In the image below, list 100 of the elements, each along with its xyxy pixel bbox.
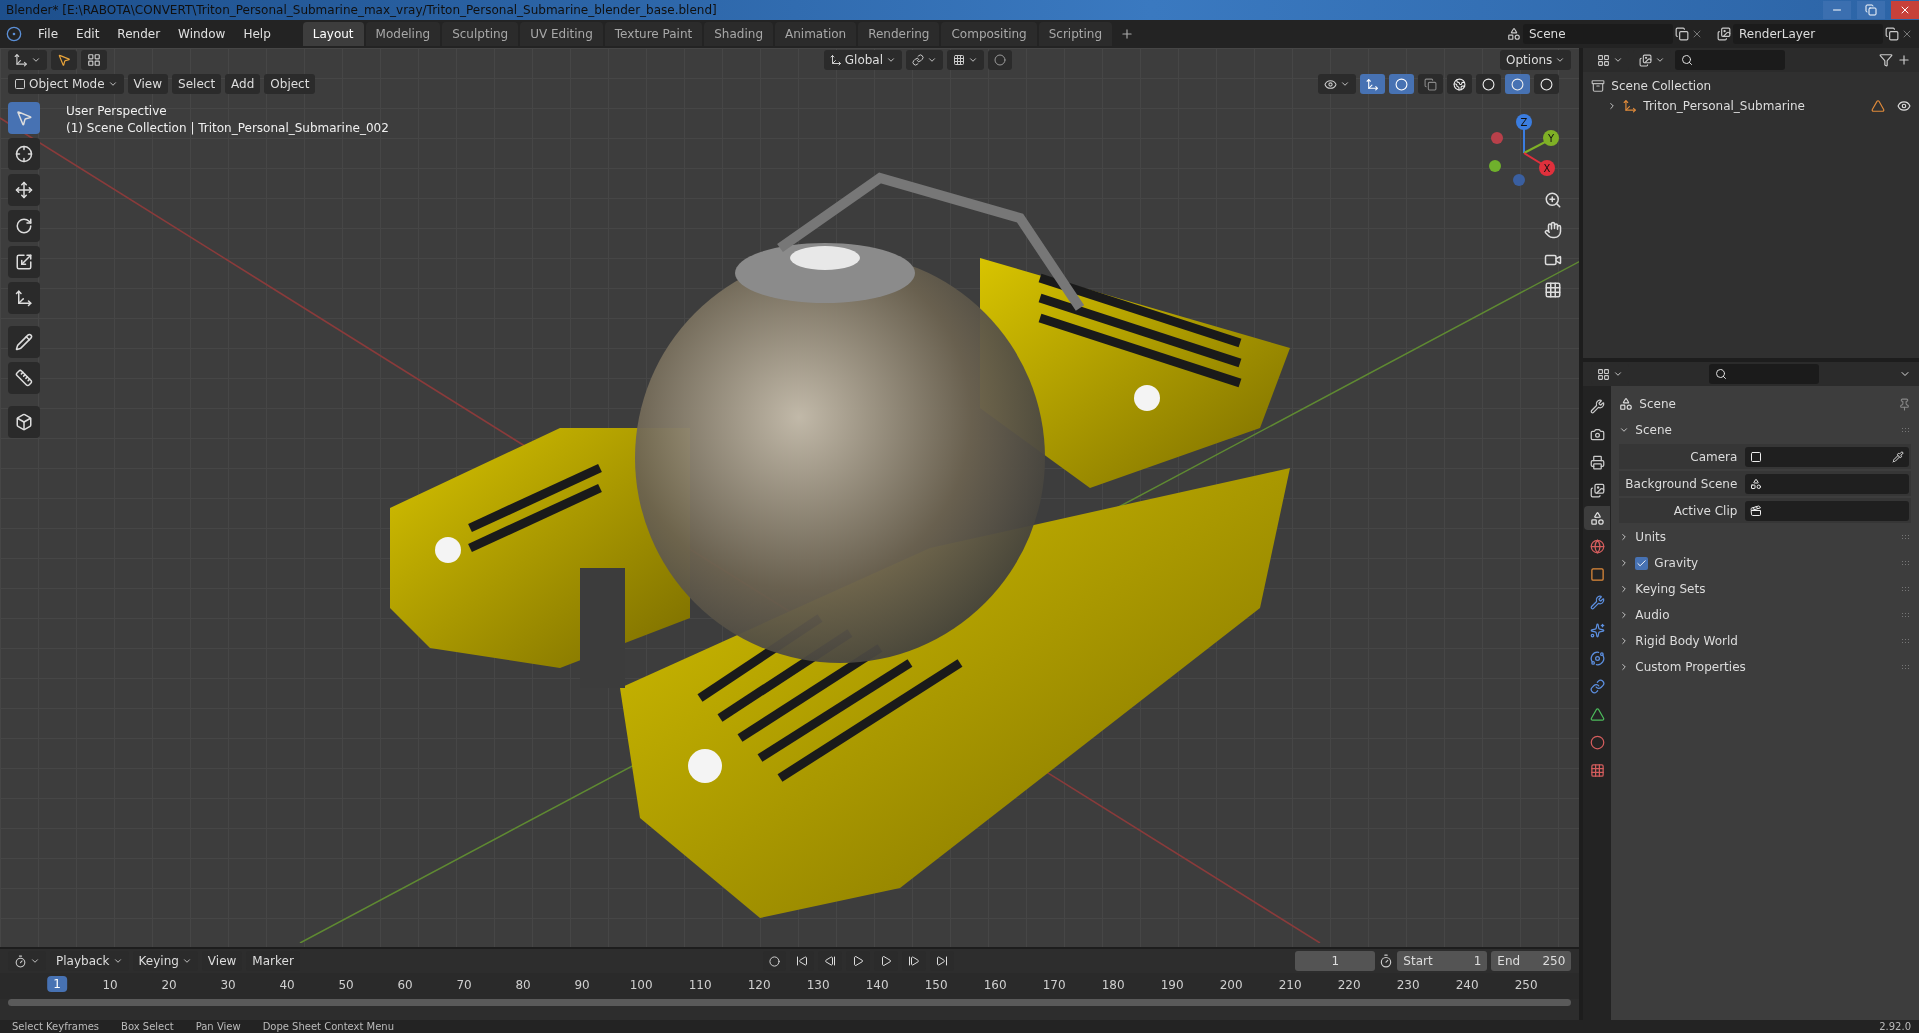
frame-number: 40 — [279, 978, 295, 992]
tool-button[interactable] — [8, 362, 40, 394]
workspace-tab[interactable]: Shading — [704, 22, 773, 46]
workspace-tab[interactable]: Layout — [302, 22, 364, 46]
restore-icon — [1865, 4, 1877, 16]
3d-viewport[interactable]: Global Options Object Mode View Select Add Object User Perspective (1) Scene Collection | Triton_Personal_Submarine_002 Z Y X — [0, 48, 1580, 947]
shading-mode-button[interactable] — [1505, 74, 1531, 94]
shading-mode-button[interactable] — [1447, 74, 1473, 94]
printer-icon — [1589, 454, 1605, 470]
checkbox[interactable] — [1635, 556, 1649, 570]
copy-icon — [1885, 27, 1899, 41]
mode-dropdown[interactable]: Object Mode — [8, 74, 124, 94]
menu-item[interactable]: Render — [109, 24, 169, 44]
shading-mode-button[interactable] — [1476, 74, 1502, 94]
property-field[interactable] — [1745, 500, 1909, 521]
workspace-tab[interactable]: Sculpting — [442, 22, 519, 46]
tool-button[interactable] — [8, 210, 40, 242]
tool-button[interactable] — [8, 138, 40, 170]
workspace-tab[interactable]: Compositing — [941, 22, 1037, 46]
viewport-menu-item[interactable]: Object — [264, 74, 316, 94]
square-icon — [1589, 566, 1605, 582]
scene-icon — [1619, 397, 1634, 411]
visibility-dropdown[interactable] — [1318, 74, 1357, 94]
menu-item[interactable]: Help — [235, 24, 279, 44]
workspace-tab[interactable]: Scripting — [1038, 22, 1113, 46]
view-layer-selector[interactable]: RenderLayer — [1733, 24, 1883, 44]
outliner-item[interactable]: Scene Collection — [1611, 79, 1712, 93]
search-field[interactable] — [1709, 364, 1820, 384]
property-field[interactable] — [1745, 473, 1909, 494]
caret-icon — [1555, 55, 1566, 65]
start-frame-field[interactable]: Start 1 — [1397, 951, 1488, 971]
selection-modes-icon — [87, 53, 101, 67]
xray-toggle[interactable] — [1418, 74, 1444, 94]
tool-button[interactable] — [8, 326, 40, 358]
workspace-tab[interactable]: Modeling — [365, 22, 441, 46]
tool-button[interactable] — [8, 174, 40, 206]
field-label: Active Clip — [1672, 503, 1738, 518]
add-icon — [1120, 27, 1135, 41]
transform-icon — [15, 289, 33, 307]
end-frame-field[interactable]: End 250 — [1491, 951, 1572, 971]
menu-item[interactable]: Window — [170, 24, 234, 44]
scene-selector[interactable]: Scene — [1523, 24, 1673, 44]
filter-icon — [1879, 53, 1893, 67]
timeline-scrollbar[interactable] — [8, 999, 1572, 1006]
search-field[interactable] — [1675, 50, 1786, 70]
search-icon — [1715, 368, 1728, 380]
snap-dropdown[interactable] — [947, 50, 985, 70]
square-icon — [1750, 450, 1763, 463]
axes-icon — [829, 54, 842, 66]
viewport-menu-item[interactable]: View — [127, 74, 169, 94]
status-hint: Pan View — [195, 1020, 241, 1033]
panel-title[interactable]: Custom Properties — [1635, 660, 1746, 674]
menu-item[interactable]: File — [30, 24, 67, 44]
frame-number: 240 — [1455, 978, 1479, 992]
crosshair-icon — [15, 145, 33, 163]
select-box-icon — [15, 109, 33, 127]
current-frame-field[interactable]: 1 — [1295, 951, 1376, 971]
scene-icon — [1750, 477, 1763, 490]
frame-number: 10 — [102, 978, 118, 992]
property-field[interactable] — [1745, 446, 1909, 467]
viewport-menu-item[interactable]: Select — [172, 74, 222, 94]
panel-title[interactable]: Gravity — [1654, 556, 1699, 570]
overlay-toggle[interactable] — [1389, 74, 1415, 94]
editor-type-button[interactable] — [8, 50, 47, 70]
caret-icon — [927, 55, 938, 65]
panel-title[interactable]: Units — [1635, 530, 1667, 544]
close-icon — [1691, 28, 1703, 40]
axis-gizmo[interactable]: Z Y X — [1489, 108, 1560, 188]
workspace-tab[interactable]: Rendering — [858, 22, 940, 46]
workspace-tab[interactable]: UV Editing — [520, 22, 603, 46]
shading-mode-button[interactable] — [1534, 74, 1560, 94]
frame-number: 90 — [574, 978, 590, 992]
menu-item[interactable]: Edit — [68, 24, 108, 44]
properties-tab[interactable] — [1584, 506, 1611, 530]
panel-title[interactable]: Scene — [1635, 423, 1672, 437]
selection-mode-button[interactable] — [81, 50, 107, 70]
outliner-icon — [1597, 53, 1611, 67]
tool-button[interactable] — [8, 406, 40, 438]
tool-button[interactable] — [8, 282, 40, 314]
images-icon — [1639, 53, 1653, 67]
tool-button[interactable] — [8, 246, 40, 278]
panel-title[interactable]: Rigid Body World — [1635, 634, 1738, 648]
proportional-edit-button[interactable] — [988, 50, 1013, 70]
outliner-item[interactable]: Triton_Personal_Submarine — [1643, 99, 1805, 113]
workspace-tab[interactable]: Animation — [775, 22, 857, 46]
frame-number: 120 — [747, 978, 771, 992]
panel-title[interactable]: Audio — [1635, 608, 1670, 622]
panel-title[interactable]: Keying Sets — [1635, 582, 1706, 596]
frame-number: 250 — [1514, 978, 1538, 992]
workspace-tab[interactable]: Texture Paint — [604, 22, 703, 46]
pivot-dropdown[interactable] — [906, 50, 944, 70]
tool-button[interactable] — [51, 50, 77, 70]
maximize-button[interactable] — [1857, 1, 1885, 19]
close-button[interactable] — [1891, 1, 1919, 19]
playhead[interactable]: 1 — [47, 976, 67, 992]
gizmo-toggle[interactable] — [1360, 74, 1386, 94]
viewport-info-text: User Perspective — [66, 104, 168, 118]
transform-orientation-dropdown[interactable]: Global — [823, 50, 903, 70]
viewport-menu-item[interactable]: Add — [225, 74, 261, 94]
options-dropdown[interactable]: Options — [1500, 50, 1572, 70]
